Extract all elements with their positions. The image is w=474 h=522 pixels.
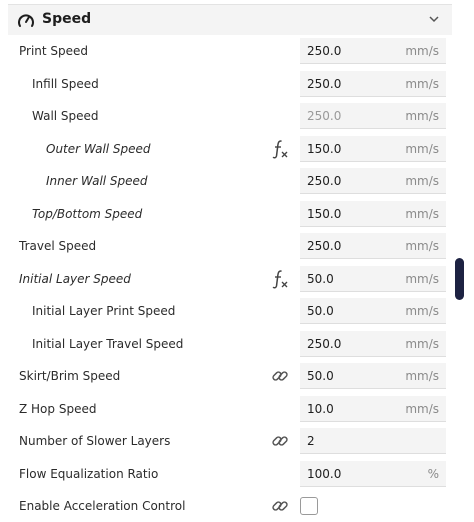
setting-label: Flow Equalization Ratio — [19, 467, 159, 481]
field-unit: mm/s — [405, 272, 439, 286]
chevron-down-icon[interactable] — [428, 14, 440, 24]
initial-layer-travel-speed-input[interactable]: 250.0 mm/s — [300, 331, 446, 357]
setting-label: Skirt/Brim Speed — [19, 369, 121, 383]
top-bottom-speed-input[interactable]: 150.0 mm/s — [300, 201, 446, 227]
section-title: Speed — [42, 11, 92, 27]
field-value: 150.0 — [307, 142, 342, 156]
setting-row-wall-speed: Wall Speed 250.0 mm/s — [0, 100, 452, 132]
field-unit: mm/s — [405, 207, 439, 221]
field-value: 150.0 — [307, 207, 342, 221]
setting-label: Travel Speed — [19, 239, 97, 253]
setting-row-outer-wall-speed: Outer Wall Speed 150.0 mm/s — [0, 133, 452, 165]
setting-row-top-bottom-speed: Top/Bottom Speed 150.0 mm/s — [0, 198, 452, 230]
inner-wall-speed-input[interactable]: 250.0 mm/s — [300, 168, 446, 194]
setting-label: Infill Speed — [32, 77, 99, 91]
setting-label: Inner Wall Speed — [46, 174, 148, 188]
function-icon[interactable] — [272, 269, 288, 289]
field-value: 250.0 — [307, 337, 342, 351]
field-value: 10.0 — [307, 402, 334, 416]
field-unit: mm/s — [405, 109, 439, 123]
setting-row-enable-acceleration-control: Enable Acceleration Control — [0, 490, 452, 522]
function-icon[interactable] — [272, 139, 288, 159]
field-unit: mm/s — [405, 402, 439, 416]
link-icon[interactable] — [271, 497, 289, 515]
field-value: 50.0 — [307, 369, 334, 383]
setting-row-slower-layers: Number of Slower Layers 2 — [0, 425, 452, 457]
field-value: 250.0 — [307, 239, 342, 253]
field-value: 50.0 — [307, 272, 334, 286]
flow-equalization-ratio-input[interactable]: 100.0 % — [300, 461, 446, 487]
field-value: 250.0 — [307, 174, 342, 188]
field-value: 250.0 — [307, 109, 342, 123]
field-value: 50.0 — [307, 304, 334, 318]
initial-layer-speed-input[interactable]: 50.0 mm/s — [300, 266, 446, 292]
initial-layer-print-speed-input[interactable]: 50.0 mm/s — [300, 298, 446, 324]
outer-wall-speed-input[interactable]: 150.0 mm/s — [300, 136, 446, 162]
setting-row-initial-layer-speed: Initial Layer Speed 50.0 mm/s — [0, 263, 452, 295]
wall-speed-input[interactable]: 250.0 mm/s — [300, 103, 446, 129]
field-unit: % — [427, 467, 439, 481]
setting-label: Initial Layer Speed — [19, 272, 131, 286]
scrollbar-thumb[interactable] — [455, 258, 464, 300]
setting-row-initial-layer-travel-speed: Initial Layer Travel Speed 250.0 mm/s — [0, 328, 452, 360]
setting-label: Wall Speed — [32, 109, 99, 123]
setting-row-print-speed: Print Speed 250.0 mm/s — [0, 35, 452, 67]
z-hop-speed-input[interactable]: 10.0 mm/s — [300, 396, 446, 422]
field-value: 2 — [307, 434, 315, 448]
setting-row-skirt-brim-speed: Skirt/Brim Speed 50.0 mm/s — [0, 360, 452, 392]
setting-row-infill-speed: Infill Speed 250.0 mm/s — [0, 68, 452, 100]
setting-row-inner-wall-speed: Inner Wall Speed 250.0 mm/s — [0, 165, 452, 197]
field-unit: mm/s — [405, 239, 439, 253]
setting-label: Number of Slower Layers — [19, 434, 171, 448]
setting-label: Outer Wall Speed — [46, 142, 151, 156]
print-speed-input[interactable]: 250.0 mm/s — [300, 38, 446, 64]
link-icon[interactable] — [271, 432, 289, 450]
field-unit: mm/s — [405, 142, 439, 156]
skirt-brim-speed-input[interactable]: 50.0 mm/s — [300, 363, 446, 389]
settings-panel: Speed Print Speed 250.0 mm/s Infill Spee… — [0, 0, 452, 518]
setting-row-travel-speed: Travel Speed 250.0 mm/s — [0, 230, 452, 262]
field-unit: mm/s — [405, 77, 439, 91]
setting-label: Z Hop Speed — [19, 402, 97, 416]
travel-speed-input[interactable]: 250.0 mm/s — [300, 233, 446, 259]
setting-row-z-hop-speed: Z Hop Speed 10.0 mm/s — [0, 393, 452, 425]
infill-speed-input[interactable]: 250.0 mm/s — [300, 71, 446, 97]
setting-row-flow-equalization-ratio: Flow Equalization Ratio 100.0 % — [0, 458, 452, 490]
setting-label: Print Speed — [19, 44, 89, 58]
enable-acceleration-checkbox[interactable] — [300, 497, 318, 515]
setting-label: Initial Layer Print Speed — [32, 304, 176, 318]
field-unit: mm/s — [405, 44, 439, 58]
slower-layers-input[interactable]: 2 — [300, 428, 446, 454]
field-unit: mm/s — [405, 174, 439, 188]
field-unit: mm/s — [405, 304, 439, 318]
setting-label: Enable Acceleration Control — [19, 499, 186, 513]
setting-label: Top/Bottom Speed — [32, 207, 143, 221]
field-value: 100.0 — [307, 467, 342, 481]
link-icon[interactable] — [271, 367, 289, 385]
field-value: 250.0 — [307, 77, 342, 91]
field-unit: mm/s — [405, 337, 439, 351]
speed-section-header[interactable]: Speed — [8, 4, 452, 35]
setting-row-initial-layer-print-speed: Initial Layer Print Speed 50.0 mm/s — [0, 295, 452, 327]
field-value: 250.0 — [307, 44, 342, 58]
speedometer-icon — [18, 14, 34, 27]
field-unit: mm/s — [405, 369, 439, 383]
setting-label: Initial Layer Travel Speed — [32, 337, 184, 351]
